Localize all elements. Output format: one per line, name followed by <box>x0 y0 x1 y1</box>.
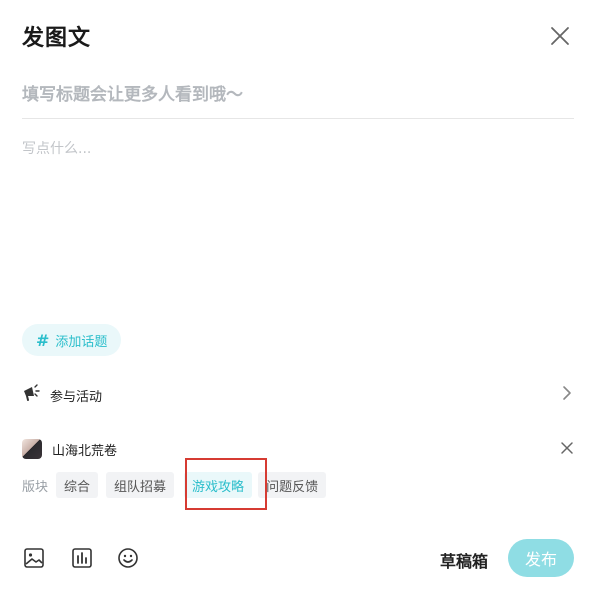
activity-label: 参与活动 <box>50 389 103 405</box>
chart-icon[interactable] <box>70 546 94 570</box>
post-dialog: 发图文 # 添加话题 参与活动 山海北荒卷 <box>0 0 594 597</box>
publish-button[interactable]: 发布 <box>508 539 574 577</box>
game-avatar <box>22 439 42 459</box>
dialog-title: 发图文 <box>22 26 92 51</box>
section-label: 版块 <box>22 479 49 495</box>
add-topic-button[interactable]: # 添加话题 <box>22 324 122 356</box>
megaphone-icon <box>22 384 40 406</box>
title-input[interactable] <box>22 78 574 119</box>
game-name: 山海北荒卷 <box>52 443 118 459</box>
section-chip[interactable]: 组队招募 <box>106 472 175 498</box>
section-chip[interactable]: 综合 <box>56 472 99 498</box>
remove-game-icon[interactable] <box>560 440 574 459</box>
join-activity-row[interactable]: 参与活动 <box>22 380 574 410</box>
close-icon[interactable] <box>548 24 572 48</box>
section-chip-selected[interactable]: 游戏攻略 <box>184 472 253 498</box>
add-topic-label: 添加话题 <box>55 334 108 350</box>
game-row: 山海北荒卷 <box>22 436 574 462</box>
section-chip[interactable]: 问题反馈 <box>258 472 327 498</box>
emoji-icon[interactable] <box>116 546 140 570</box>
hash-icon: # <box>36 330 50 350</box>
image-icon[interactable] <box>22 546 46 570</box>
section-selector: 版块 综合 组队招募 游戏攻略 问题反馈 <box>22 472 334 498</box>
drafts-button[interactable]: 草稿箱 <box>440 548 488 572</box>
chevron-right-icon <box>560 385 574 405</box>
body-input[interactable] <box>22 138 574 308</box>
